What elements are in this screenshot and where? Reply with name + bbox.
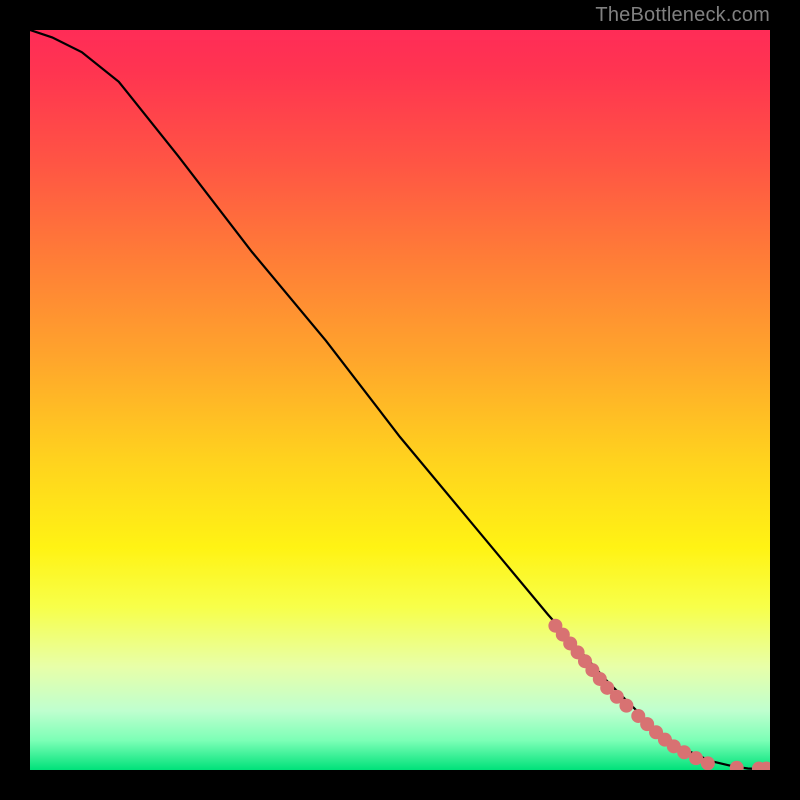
chart-svg-layer <box>30 30 770 770</box>
bottleneck-curve <box>30 30 770 769</box>
highlight-point <box>619 699 633 713</box>
highlighted-points-group <box>548 619 770 770</box>
watermark-text: TheBottleneck.com <box>595 4 770 27</box>
highlight-point <box>730 761 744 770</box>
plot-area <box>30 30 770 770</box>
highlight-point <box>701 756 715 770</box>
highlight-point <box>677 745 691 759</box>
chart-frame: TheBottleneck.com <box>0 0 800 800</box>
